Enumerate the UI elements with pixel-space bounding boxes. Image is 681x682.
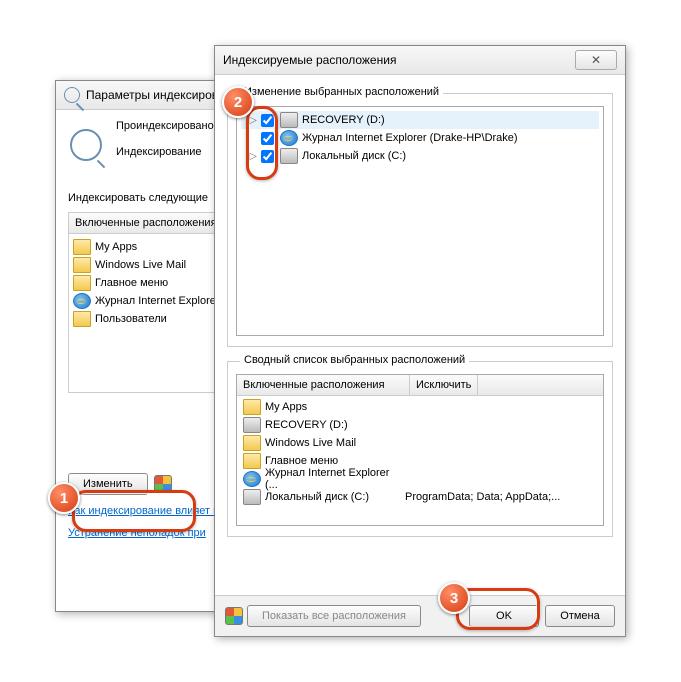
summary-body: My Apps RECOVERY (D:) Windows Live Mail … xyxy=(237,396,603,508)
close-icon: ✕ xyxy=(591,53,601,67)
summary-list: Включенные расположения Исключить My App… xyxy=(236,374,604,526)
table-row[interactable]: Журнал Internet Explorer (... xyxy=(239,470,601,488)
drive-icon xyxy=(280,112,298,128)
folder-icon xyxy=(243,435,261,451)
show-all-locations-button[interactable]: Показать все расположения xyxy=(247,605,421,627)
table-row[interactable]: Windows Live Mail xyxy=(239,434,601,452)
callout-2: 2 xyxy=(222,86,254,118)
callout-1: 1 xyxy=(48,482,80,514)
drive-icon xyxy=(243,489,261,505)
callout-3: 3 xyxy=(438,582,470,614)
magnifier-icon xyxy=(70,129,102,164)
drive-icon xyxy=(243,417,261,433)
tree-item-label: RECOVERY (D:) xyxy=(302,114,385,126)
tree-item-label: Локальный диск (C:) xyxy=(302,150,406,162)
highlight-ring-2 xyxy=(246,106,278,180)
list-item-label: Главное меню xyxy=(95,277,168,289)
stage: Параметры индексирования Проиндексирован… xyxy=(0,0,681,682)
tree-item-ie-history[interactable]: Журнал Internet Explorer (Drake-HP\Drake… xyxy=(241,129,599,147)
summary-exclude-cell: ProgramData; Data; AppData;... xyxy=(405,491,560,503)
tree-item-recovery[interactable]: ▷ RECOVERY (D:) xyxy=(241,111,599,129)
summary-label-cell: Windows Live Mail xyxy=(265,437,356,449)
folder-icon xyxy=(243,399,261,415)
list-item-label: Windows Live Mail xyxy=(95,259,186,271)
close-button[interactable]: ✕ xyxy=(575,50,617,70)
folder-icon xyxy=(73,311,91,327)
summary-label-cell: My Apps xyxy=(265,401,307,413)
tree-item-local-disk-c[interactable]: ▷ Локальный диск (C:) xyxy=(241,147,599,165)
list-item-label: Журнал Internet Explorer xyxy=(95,295,220,307)
front-title: Индексируемые расположения xyxy=(223,53,396,67)
highlight-ring-1 xyxy=(72,490,196,532)
front-bottom-bar: Показать все расположения OK Отмена xyxy=(215,595,625,636)
ie-icon xyxy=(73,293,91,309)
table-row[interactable]: RECOVERY (D:) xyxy=(239,416,601,434)
summary-label-cell: RECOVERY (D:) xyxy=(265,419,348,431)
summary-label-cell: Журнал Internet Explorer (... xyxy=(265,467,405,491)
tree-label: Изменение выбранных расположений xyxy=(240,86,443,98)
ie-icon xyxy=(280,130,298,146)
tree-item-label: Журнал Internet Explorer (Drake-HP\Drake… xyxy=(302,132,518,144)
search-icon xyxy=(64,87,80,103)
summary-col-included[interactable]: Включенные расположения xyxy=(237,375,410,395)
drive-icon xyxy=(280,148,298,164)
summary-label: Сводный список выбранных расположений xyxy=(240,354,469,366)
ie-icon xyxy=(243,471,261,487)
folder-icon xyxy=(73,239,91,255)
folder-icon xyxy=(73,257,91,273)
change-locations-fieldset: Изменение выбранных расположений ▷ RECOV… xyxy=(227,93,613,347)
list-item-label: Пользователи xyxy=(95,313,167,325)
locations-tree[interactable]: ▷ RECOVERY (D:) Журнал Internet Explorer… xyxy=(236,106,604,336)
summary-col-exclude[interactable]: Исключить xyxy=(410,375,478,395)
shield-icon xyxy=(225,607,243,625)
summary-fieldset: Сводный список выбранных расположений Вк… xyxy=(227,361,613,537)
table-row[interactable]: Локальный диск (C:) ProgramData; Data; Ap… xyxy=(239,488,601,506)
cancel-button[interactable]: Отмена xyxy=(545,605,615,627)
summary-label-cell: Локальный диск (C:) xyxy=(265,491,369,503)
summary-label-cell: Главное меню xyxy=(265,455,338,467)
folder-icon xyxy=(73,275,91,291)
front-titlebar: Индексируемые расположения ✕ xyxy=(215,46,625,75)
list-item-label: My Apps xyxy=(95,241,137,253)
summary-header: Включенные расположения Исключить xyxy=(237,375,603,396)
table-row[interactable]: My Apps xyxy=(239,398,601,416)
